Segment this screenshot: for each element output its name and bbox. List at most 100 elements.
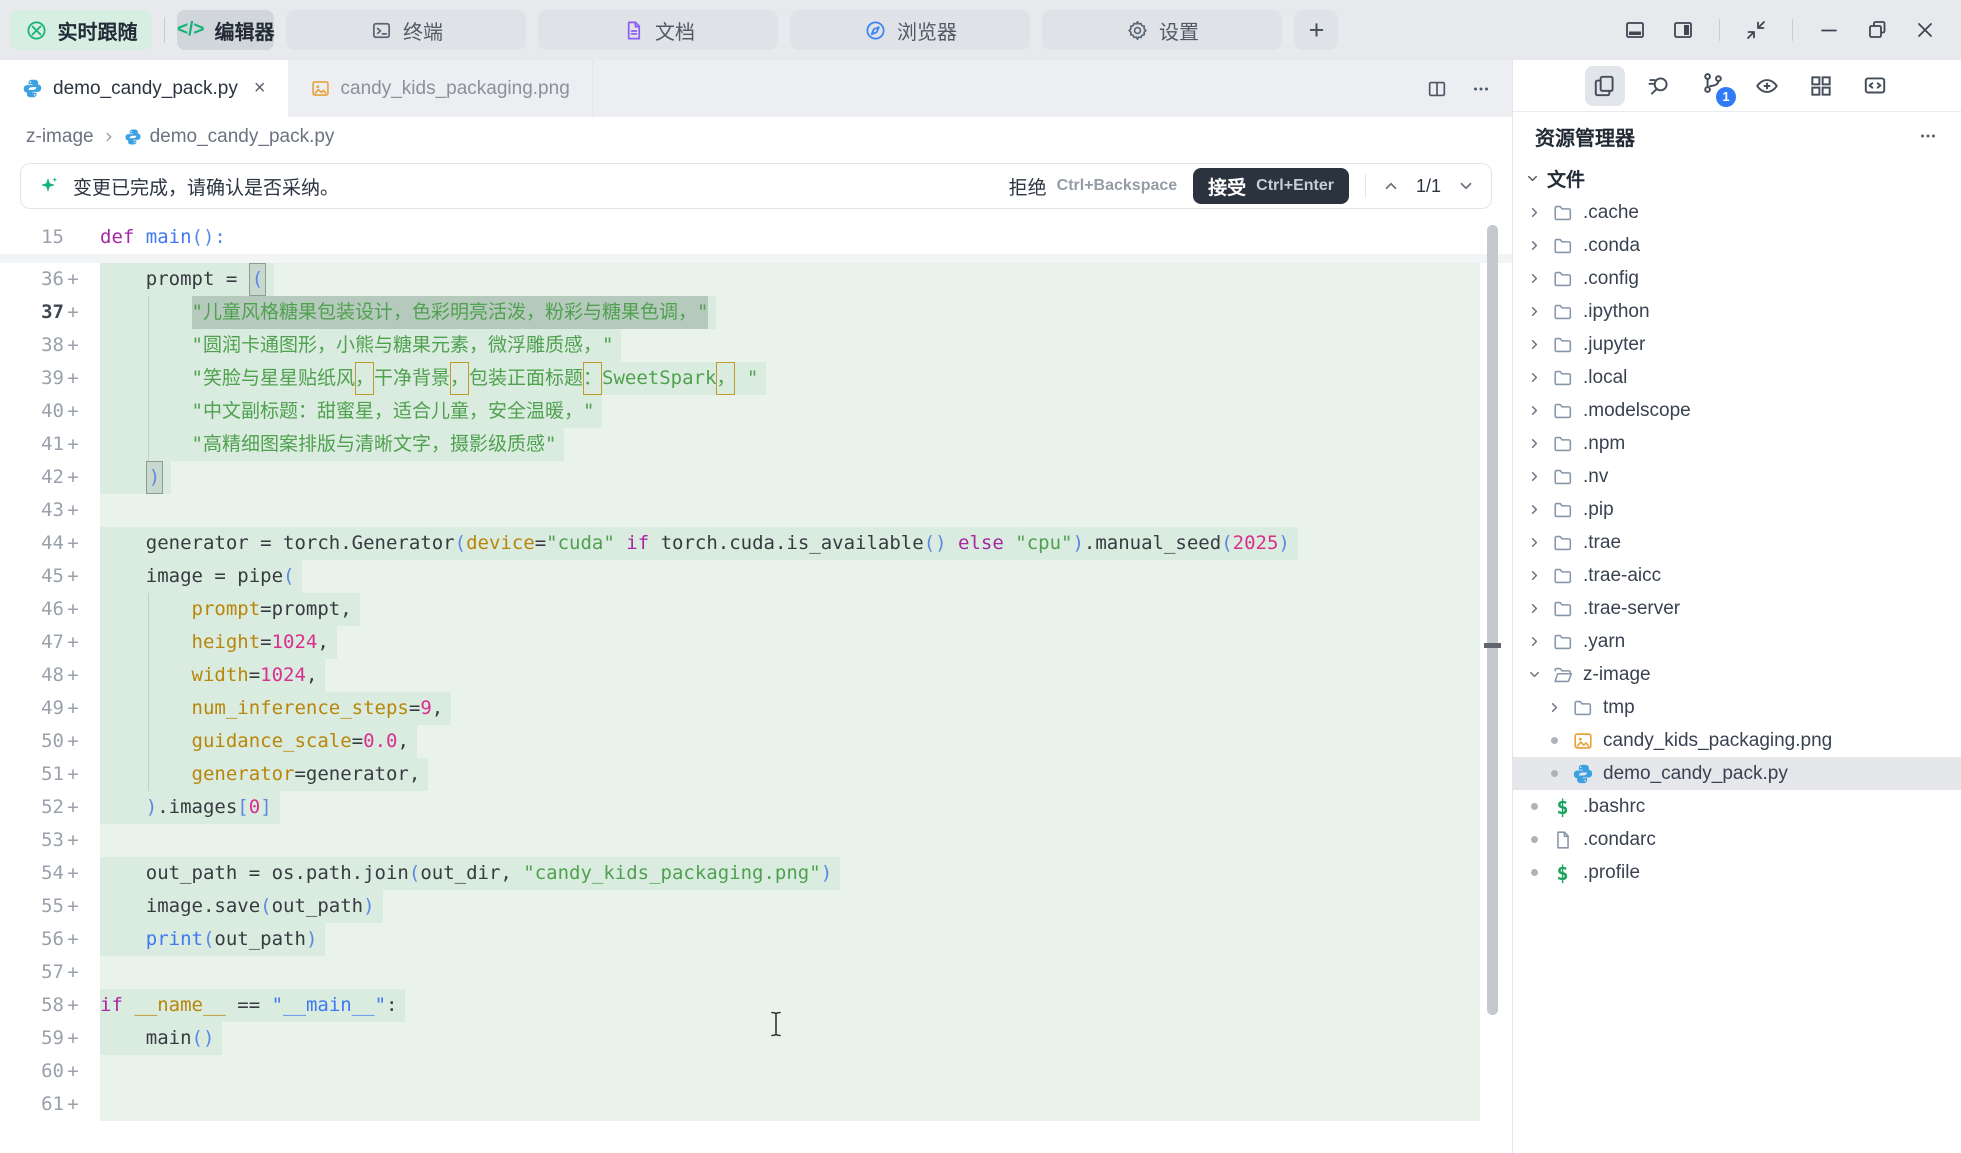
code-line-59[interactable]: 59+ main() — [0, 1022, 1512, 1055]
code-line-55[interactable]: 55+ image.save(out_path) — [0, 890, 1512, 923]
editor-tab-demo-candy-pack-py[interactable]: demo_candy_pack.py× — [0, 60, 288, 117]
extensions-view-icon[interactable] — [1801, 66, 1841, 106]
tree-item-tmp[interactable]: tmp — [1513, 691, 1961, 724]
split-editor-icon[interactable] — [1426, 78, 1448, 100]
tree-item-.local[interactable]: .local — [1513, 361, 1961, 394]
tree-item-.config[interactable]: .config — [1513, 262, 1961, 295]
code-line-15[interactable]: 15def main(): — [0, 221, 1512, 254]
code-line-42[interactable]: 42+ ) — [0, 461, 1512, 494]
titlebar-tab-live[interactable]: 实时跟随 — [10, 10, 152, 50]
diff-added-marker: + — [64, 626, 82, 659]
titlebar-tab-editor[interactable]: </>编辑器 — [177, 10, 274, 50]
code-line-37[interactable]: 37+ "儿童风格糖果包装设计，色彩明亮活泼，粉彩与糖果色调，" — [0, 296, 1512, 329]
code-editor[interactable]: 15def main(): 36+ prompt = (37+ "儿童风格糖果包装… — [0, 221, 1512, 1121]
code-line-46[interactable]: 46+ prompt=prompt, — [0, 593, 1512, 626]
preview-view-icon[interactable] — [1747, 66, 1787, 106]
indent-guide — [148, 593, 149, 626]
next-change-button[interactable] — [1457, 177, 1475, 195]
toggle-bottom-panel-icon[interactable] — [1623, 18, 1647, 42]
tree-item-.modelscope[interactable]: .modelscope — [1513, 394, 1961, 427]
editor-tab-candy-kids-packaging-png[interactable]: candy_kids_packaging.png — [288, 60, 593, 117]
breadcrumb-file[interactable]: demo_candy_pack.py — [150, 126, 335, 148]
tree-item-.conda[interactable]: .conda — [1513, 229, 1961, 262]
search-view-icon[interactable] — [1639, 66, 1679, 106]
code-line-39[interactable]: 39+ "笑脸与星星贴纸风，干净背景，包装正面标题：SweetSpark， " — [0, 362, 1512, 395]
code-line-60[interactable]: 60+ — [0, 1055, 1512, 1088]
code-line-57[interactable]: 57+ — [0, 956, 1512, 989]
tree-item-.trae-server[interactable]: .trae-server — [1513, 592, 1961, 625]
tree-item-demo_candy_pack.py[interactable]: demo_candy_pack.py — [1513, 757, 1961, 790]
tree-item-.jupyter[interactable]: .jupyter — [1513, 328, 1961, 361]
line-content — [100, 824, 1480, 857]
minimize-button[interactable] — [1817, 18, 1841, 42]
code-line-36[interactable]: 36+ prompt = ( — [0, 263, 1512, 296]
diff-added-marker: + — [64, 890, 82, 923]
tree-item-candy_kids_packaging.png[interactable]: candy_kids_packaging.png — [1513, 724, 1961, 757]
files-section-header[interactable]: 文件 — [1513, 160, 1961, 196]
new-tab-button[interactable]: + — [1294, 10, 1338, 50]
line-content: "圆润卡通图形，小熊与糖果元素，微浮雕质感，" — [100, 329, 1480, 362]
line-text: prompt = ( — [100, 263, 274, 296]
vertical-scrollbar[interactable] — [1487, 225, 1498, 1015]
prev-change-button[interactable] — [1382, 177, 1400, 195]
code-line-48[interactable]: 48+ width=1024, — [0, 659, 1512, 692]
tree-item-.trae-aicc[interactable]: .trae-aicc — [1513, 559, 1961, 592]
titlebar-tab-terminal[interactable]: 终端 — [286, 10, 526, 50]
accept-button[interactable]: 接受 Ctrl+Enter — [1193, 168, 1349, 204]
code-line-61[interactable]: 61+ — [0, 1088, 1512, 1121]
tree-item-z-image[interactable]: z-image — [1513, 658, 1961, 691]
code-line-50[interactable]: 50+ guidance_scale=0.0, — [0, 725, 1512, 758]
titlebar-tab-settings[interactable]: 设置 — [1042, 10, 1282, 50]
chevron-right-icon — [1527, 271, 1542, 286]
code-line-54[interactable]: 54+ out_path = os.path.join(out_dir, "ca… — [0, 857, 1512, 890]
tree-item-.bashrc[interactable]: $.bashrc — [1513, 790, 1961, 823]
tree-item-.cache[interactable]: .cache — [1513, 196, 1961, 229]
line-text: ) — [100, 461, 171, 494]
line-number: 37 — [0, 296, 64, 329]
code-line-43[interactable]: 43+ — [0, 494, 1512, 527]
code-line-41[interactable]: 41+ "高精细图案排版与清晰文字，摄影级质感" — [0, 428, 1512, 461]
tree-item-.trae[interactable]: .trae — [1513, 526, 1961, 559]
line-content: main() — [100, 1022, 1480, 1055]
collapse-window-icon[interactable] — [1744, 18, 1768, 42]
titlebar-tab-docs[interactable]: 文档 — [538, 10, 778, 50]
line-gutter: 59+ — [0, 1022, 82, 1055]
code-line-51[interactable]: 51+ generator=generator, — [0, 758, 1512, 791]
explorer-view-icon[interactable] — [1585, 66, 1625, 106]
line-text: image = pipe( — [100, 560, 302, 593]
close-tab-icon[interactable]: × — [254, 77, 266, 100]
more-actions-icon[interactable] — [1470, 78, 1492, 100]
tree-item-.profile[interactable]: $.profile — [1513, 856, 1961, 889]
close-window-button[interactable] — [1913, 18, 1937, 42]
restore-button[interactable] — [1865, 18, 1889, 42]
source-control-view-icon[interactable]: 1 — [1693, 66, 1733, 106]
chevron-right-icon — [1527, 436, 1542, 451]
code-line-52[interactable]: 52+ ).images[0] — [0, 791, 1512, 824]
devtools-view-icon[interactable] — [1855, 66, 1895, 106]
tree-item-.condarc[interactable]: .condarc — [1513, 823, 1961, 856]
titlebar-tab-browser[interactable]: 浏览器 — [790, 10, 1030, 50]
tree-item-.pip[interactable]: .pip — [1513, 493, 1961, 526]
explorer-more-icon[interactable] — [1917, 125, 1939, 147]
tree-item-.npm[interactable]: .npm — [1513, 427, 1961, 460]
toggle-right-panel-icon[interactable] — [1671, 18, 1695, 42]
tree-item-.nv[interactable]: .nv — [1513, 460, 1961, 493]
tree-item-.yarn[interactable]: .yarn — [1513, 625, 1961, 658]
line-gutter: 44+ — [0, 527, 82, 560]
breadcrumb-folder[interactable]: z-image — [26, 126, 94, 148]
code-line-44[interactable]: 44+ generator = torch.Generator(device="… — [0, 527, 1512, 560]
code-line-47[interactable]: 47+ height=1024, — [0, 626, 1512, 659]
line-gutter: 57+ — [0, 956, 82, 989]
code-line-40[interactable]: 40+ "中文副标题：甜蜜星，适合儿童，安全温暖，" — [0, 395, 1512, 428]
collapsed-lines-separator — [0, 254, 1512, 263]
code-line-38[interactable]: 38+ "圆润卡通图形，小熊与糖果元素，微浮雕质感，" — [0, 329, 1512, 362]
token: main — [100, 1027, 192, 1049]
code-line-53[interactable]: 53+ — [0, 824, 1512, 857]
code-line-58[interactable]: 58+if __name__ == "__main__": — [0, 989, 1512, 1022]
code-line-56[interactable]: 56+ print(out_path) — [0, 923, 1512, 956]
reject-button[interactable]: 拒绝 Ctrl+Backspace — [1009, 173, 1178, 200]
code-line-49[interactable]: 49+ num_inference_steps=9, — [0, 692, 1512, 725]
token: main — [146, 226, 192, 248]
code-line-45[interactable]: 45+ image = pipe( — [0, 560, 1512, 593]
tree-item-.ipython[interactable]: .ipython — [1513, 295, 1961, 328]
